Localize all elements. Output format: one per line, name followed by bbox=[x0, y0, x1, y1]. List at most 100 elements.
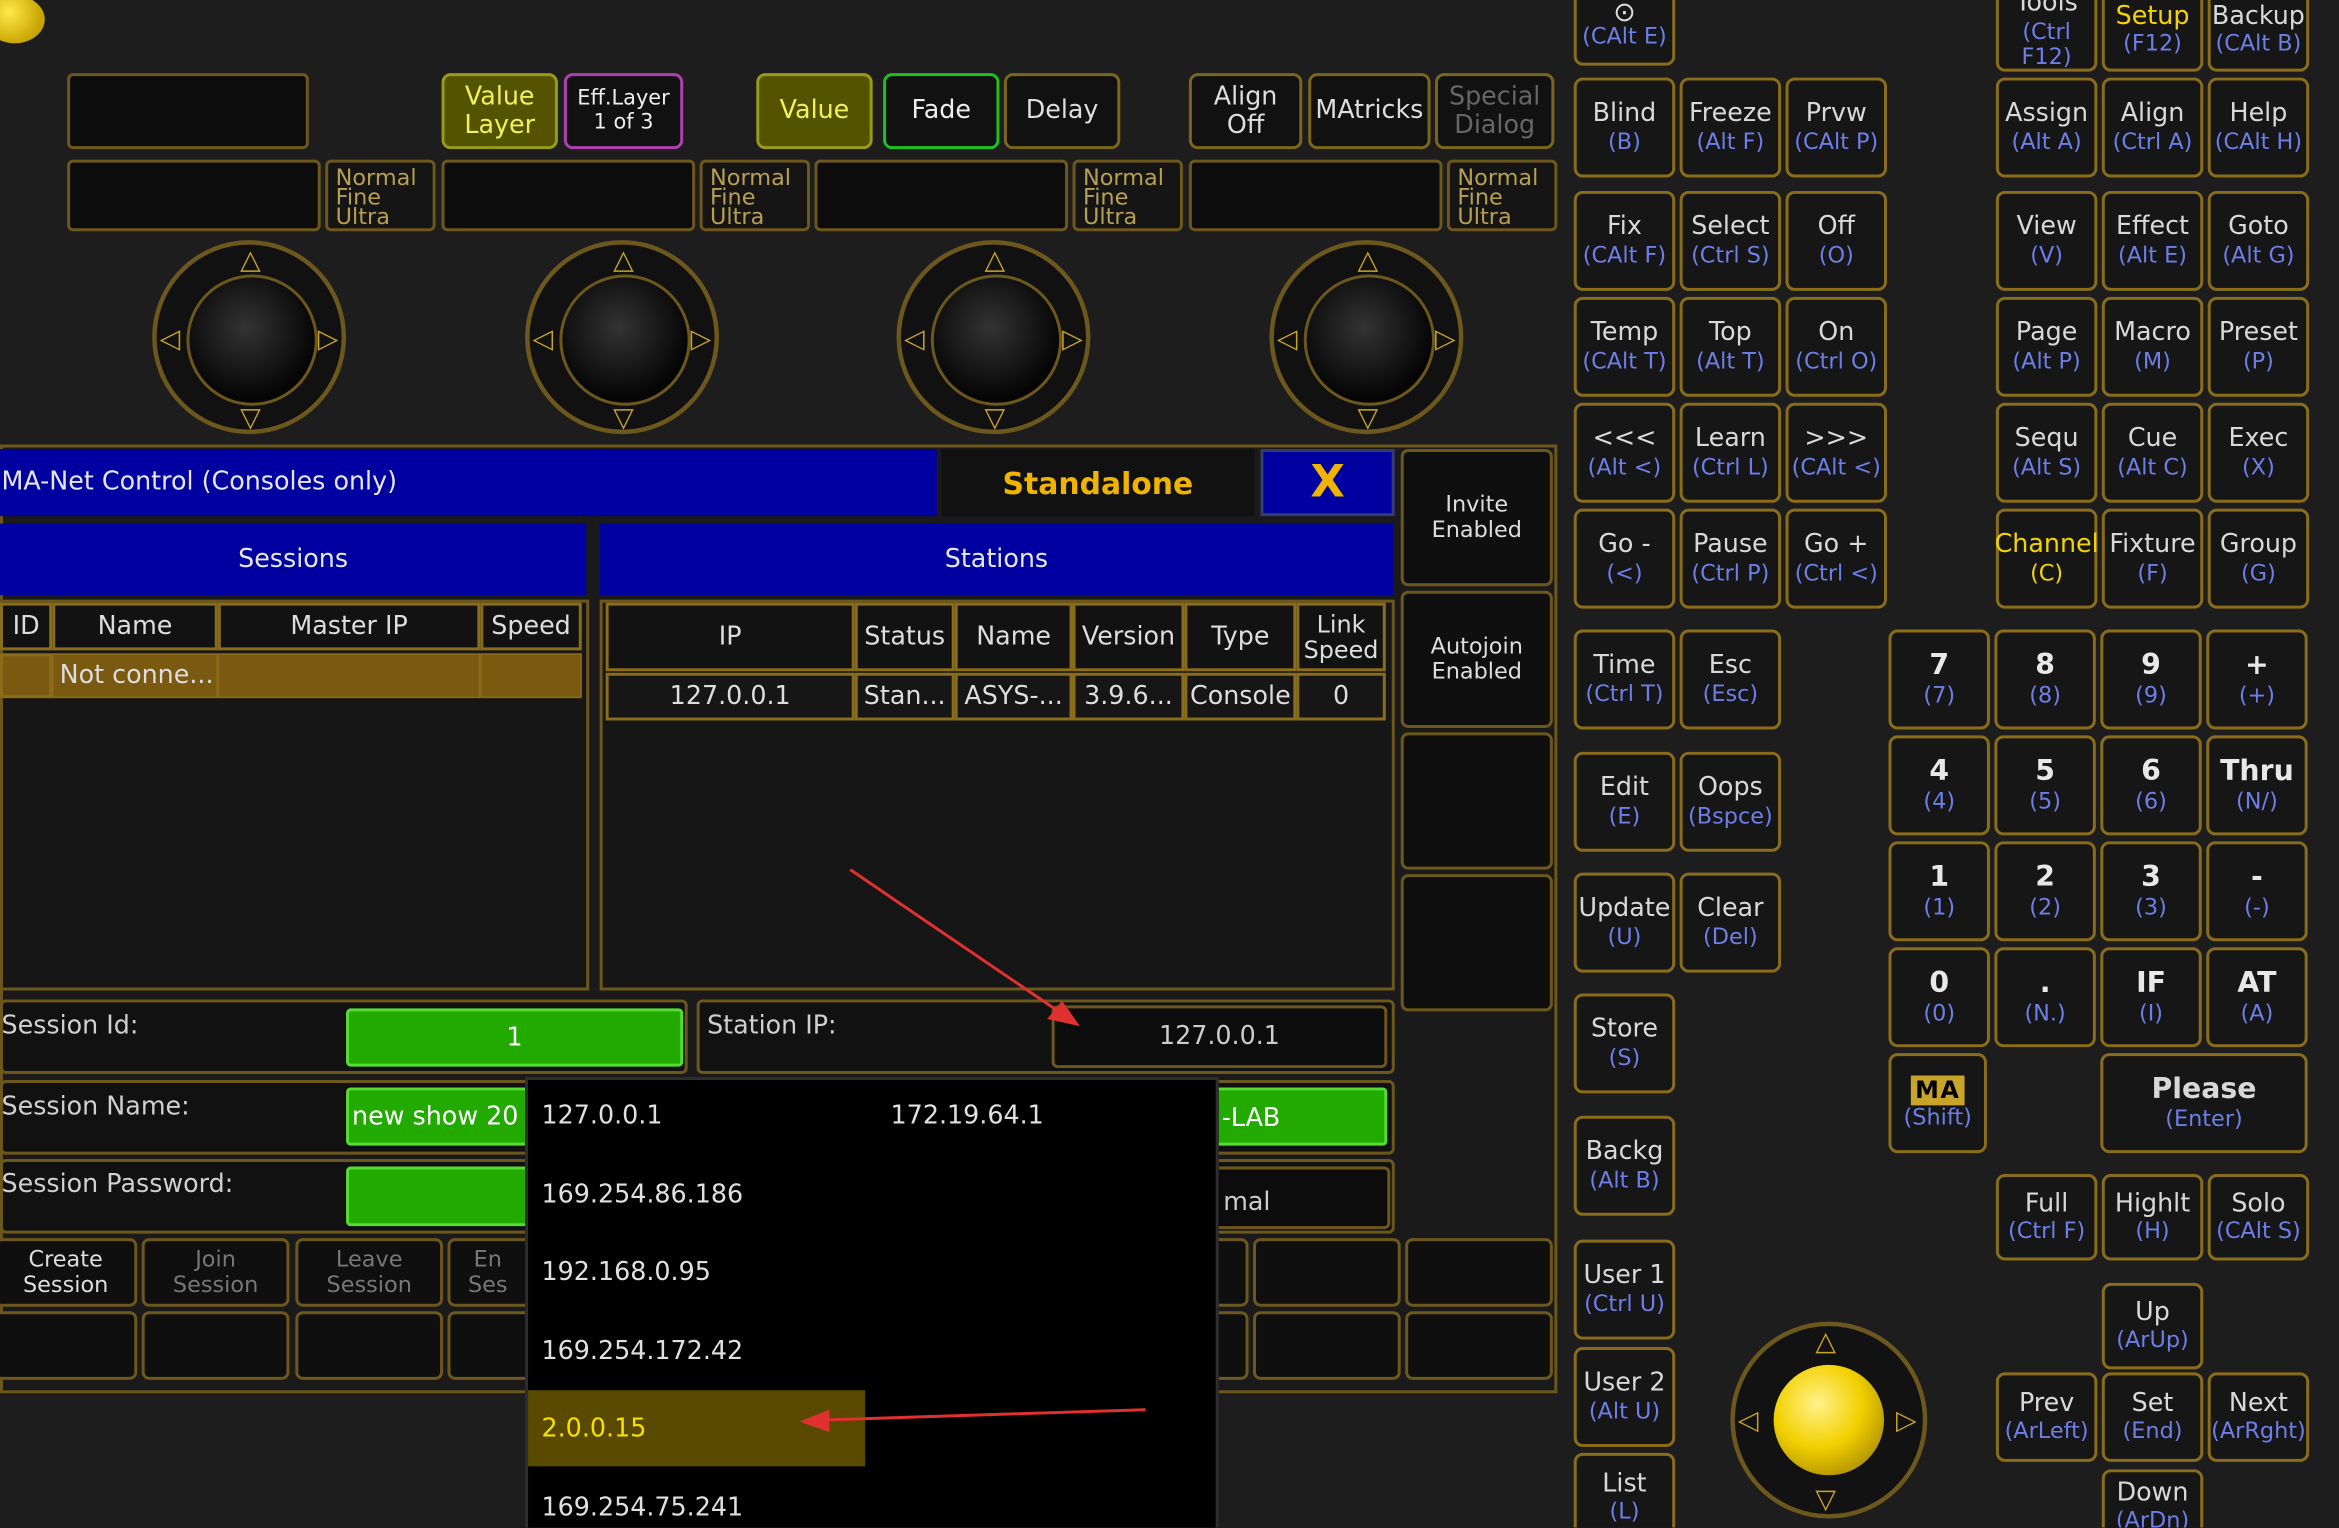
tab-stations[interactable]: Stations bbox=[599, 523, 1394, 596]
update-key[interactable]: Update (U) bbox=[1573, 872, 1676, 973]
store-key[interactable]: Store (S) bbox=[1573, 993, 1676, 1094]
view-key[interactable]: View (V) bbox=[1995, 190, 2098, 291]
highlt-key[interactable]: Highlt (H) bbox=[2101, 1173, 2204, 1261]
bottom-button-9[interactable] bbox=[0, 1311, 138, 1380]
dropdown-item[interactable]: 192.168.0.95 bbox=[541, 1258, 710, 1288]
cue-key[interactable]: Cue (Alt C) bbox=[2101, 402, 2204, 503]
delay-button[interactable]: Delay bbox=[1003, 73, 1121, 150]
station-row-name[interactable]: ASYS-... bbox=[954, 672, 1073, 721]
user-2-key[interactable]: User 2 (Alt U) bbox=[1573, 1347, 1676, 1447]
go-key[interactable]: Go - (<) bbox=[1573, 508, 1676, 609]
help-key[interactable]: Help (CAlt H) bbox=[2207, 77, 2310, 178]
numpad-7-key[interactable]: 7 (7) bbox=[1888, 629, 1990, 730]
goto-key[interactable]: Goto (Alt G) bbox=[2207, 190, 2310, 291]
station-row-ip[interactable]: 127.0.0.1 bbox=[605, 672, 855, 721]
bottom-button-8[interactable] bbox=[1405, 1238, 1553, 1307]
create-session-button[interactable]: Create Session bbox=[0, 1238, 138, 1307]
side-empty-button-2[interactable] bbox=[1400, 874, 1553, 1012]
numpad-if-key[interactable]: IF (I) bbox=[2100, 947, 2202, 1048]
encoder-3-knob[interactable]: △ ▽ ◁ ▷ bbox=[896, 240, 1091, 435]
dropdown-item-selected[interactable]: 2.0.0.15 bbox=[541, 1414, 646, 1444]
station-row-status[interactable]: Stan... bbox=[854, 672, 955, 721]
dropdown-item[interactable]: 172.19.64.1 bbox=[891, 1101, 1044, 1131]
session-row-name[interactable]: Not conne... bbox=[52, 653, 218, 699]
time-key[interactable]: Time (Ctrl T) bbox=[1573, 629, 1676, 730]
value-layer-button[interactable]: Value Layer bbox=[441, 73, 558, 150]
dropdown-item[interactable]: 169.254.172.42 bbox=[541, 1337, 743, 1367]
dropdown-item[interactable]: 169.254.75.241 bbox=[541, 1493, 743, 1523]
trackball[interactable]: △ ▽ ◁ ▷ bbox=[1730, 1321, 1928, 1519]
encoder-2-resolution[interactable]: Normal Fine Ultra bbox=[699, 159, 810, 232]
encoder-4-knob[interactable]: △ ▽ ◁ ▷ bbox=[1269, 240, 1464, 435]
align-off-button[interactable]: Align Off bbox=[1188, 73, 1303, 150]
user-1-key[interactable]: User 1 (Ctrl U) bbox=[1573, 1239, 1676, 1340]
numpad-8-key[interactable]: 8 (8) bbox=[1994, 629, 2096, 730]
on-key[interactable]: On (Ctrl O) bbox=[1785, 296, 1888, 397]
group-key[interactable]: Group (G) bbox=[2207, 508, 2310, 609]
numpad-1-key[interactable]: 1 (1) bbox=[1888, 841, 1990, 942]
bottom-button-7[interactable] bbox=[1253, 1238, 1401, 1307]
station-row-type[interactable]: Console bbox=[1184, 672, 1297, 721]
prvw-key[interactable]: Prvw (CAlt P) bbox=[1785, 77, 1888, 178]
session-row-master-ip[interactable] bbox=[217, 653, 481, 699]
page-key[interactable]: Page (Alt P) bbox=[1995, 296, 2098, 397]
backup-key[interactable]: Backup (CAlt B) bbox=[2207, 0, 2310, 72]
fade-button[interactable]: Fade bbox=[883, 73, 1000, 150]
numpad-minus-key[interactable]: - (-) bbox=[2206, 841, 2308, 942]
invite-enabled-button[interactable]: Invite Enabled bbox=[1400, 449, 1553, 587]
freeze-key[interactable]: Freeze (Alt F) bbox=[1679, 77, 1782, 178]
full-key[interactable]: Full (Ctrl F) bbox=[1995, 1173, 2098, 1261]
encoder-1-knob[interactable]: △ ▽ ◁ ▷ bbox=[152, 240, 347, 435]
encoder-4-resolution[interactable]: Normal Fine Ultra bbox=[1446, 159, 1558, 232]
bottom-button-12[interactable] bbox=[447, 1311, 538, 1380]
encoder-3-resolution[interactable]: Normal Fine Ultra bbox=[1072, 159, 1183, 232]
numpad-at-key[interactable]: AT (A) bbox=[2206, 947, 2308, 1048]
oops-key[interactable]: Oops (Bspce) bbox=[1679, 751, 1782, 852]
up-key[interactable]: Up (ArUp) bbox=[2101, 1282, 2204, 1370]
numpad-2-key[interactable]: 2 (2) bbox=[1994, 841, 2096, 942]
align-key[interactable]: Align (Ctrl A) bbox=[2101, 77, 2204, 178]
preset-key[interactable]: Preset (P) bbox=[2207, 296, 2310, 397]
esc-key[interactable]: Esc (Esc) bbox=[1679, 629, 1782, 730]
session-row-id[interactable] bbox=[0, 653, 53, 699]
pause-key[interactable]: Pause (Ctrl P) bbox=[1679, 508, 1782, 609]
fixture-key[interactable]: Fixture (F) bbox=[2101, 508, 2204, 609]
top-key[interactable]: Top (Alt T) bbox=[1679, 296, 1782, 397]
numpad-0-key[interactable]: 0 (0) bbox=[1888, 947, 1990, 1048]
numpad-4-key[interactable]: 4 (4) bbox=[1888, 735, 1990, 836]
session-password-field[interactable] bbox=[346, 1166, 540, 1227]
setup-key[interactable]: Setup (F12) bbox=[2101, 0, 2204, 72]
bottom-button-14[interactable] bbox=[1253, 1311, 1401, 1380]
eff-layer-button[interactable]: Eff.Layer 1 of 3 bbox=[563, 73, 684, 150]
channel-key[interactable]: Channel (C) bbox=[1995, 508, 2099, 609]
encoder-2-knob[interactable]: △ ▽ ◁ ▷ bbox=[525, 240, 719, 435]
close-button[interactable]: X bbox=[1260, 449, 1395, 517]
station-row-link-speed[interactable]: 0 bbox=[1296, 672, 1386, 721]
session-row-speed[interactable] bbox=[480, 653, 582, 699]
join-session-button[interactable]: Join Session bbox=[141, 1238, 290, 1307]
encoder-1-resolution[interactable]: Normal Fine Ultra bbox=[325, 159, 436, 232]
down-key[interactable]: Down (ArDn) bbox=[2101, 1469, 2204, 1528]
side-empty-button-1[interactable] bbox=[1400, 732, 1553, 870]
bottom-button-15[interactable] bbox=[1405, 1311, 1553, 1380]
end-session-button[interactable]: En Ses bbox=[447, 1238, 538, 1307]
edit-key[interactable]: Edit (E) bbox=[1573, 751, 1676, 852]
ma-shift-key[interactable]: MA (Shift) bbox=[1888, 1053, 1987, 1154]
clear-key[interactable]: Clear (Del) bbox=[1679, 872, 1782, 973]
solo-key[interactable]: Solo (CAlt S) bbox=[2207, 1173, 2310, 1261]
special-dialog-button[interactable]: Special Dialog bbox=[1435, 73, 1555, 150]
key-key[interactable]: <<< (Alt <) bbox=[1573, 402, 1676, 503]
dropdown-item[interactable]: 127.0.0.1 bbox=[541, 1101, 662, 1131]
matricks-button[interactable]: MAtricks bbox=[1308, 73, 1431, 150]
tools-key[interactable]: Tools (Ctrl F12) bbox=[1995, 0, 2098, 72]
numpad-dot-key[interactable]: . (N.) bbox=[1994, 947, 2096, 1048]
effect-key[interactable]: Effect (Alt E) bbox=[2101, 190, 2204, 291]
blind-key[interactable]: Blind (B) bbox=[1573, 77, 1676, 178]
session-id-field[interactable]: 1 bbox=[346, 1008, 684, 1067]
prev-key[interactable]: Prev (ArLeft) bbox=[1995, 1372, 2098, 1462]
select-key[interactable]: Select (Ctrl S) bbox=[1679, 190, 1782, 291]
macro-key[interactable]: Macro (M) bbox=[2101, 296, 2204, 397]
assign-key[interactable]: Assign (Alt A) bbox=[1995, 77, 2098, 178]
tab-sessions[interactable]: Sessions bbox=[0, 523, 587, 596]
bottom-button-11[interactable] bbox=[295, 1311, 444, 1380]
